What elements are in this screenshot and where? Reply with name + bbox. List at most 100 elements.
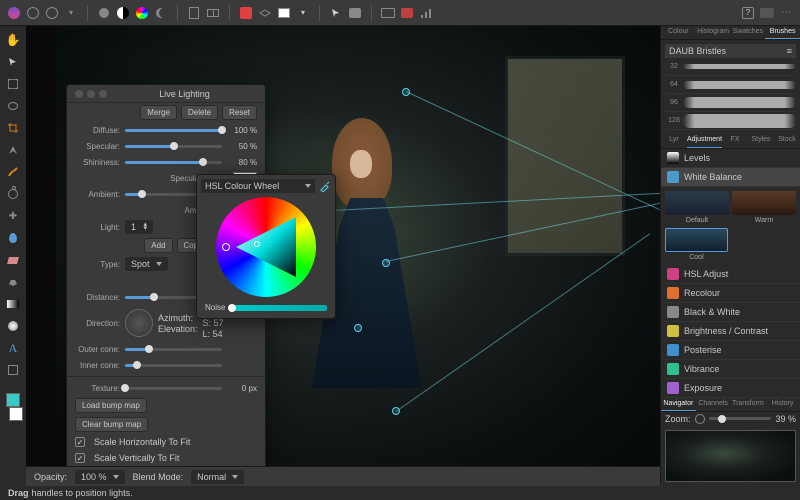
hue-handle[interactable] [222,243,230,251]
adj-recolour[interactable]: Recolour [661,284,800,303]
select-tool[interactable] [3,52,23,72]
close-icon[interactable] [75,90,83,98]
preset-cool[interactable]: Cool [665,228,728,261]
light-stepper[interactable]: 1▴▾ [125,220,153,234]
arrow-tool-icon[interactable] [328,5,344,21]
bars-icon[interactable] [418,5,434,21]
eyedropper-icon[interactable] [319,180,331,192]
tab-swatches[interactable]: Swatches [731,26,766,39]
light-handle[interactable] [354,324,362,332]
brush-item[interactable]: 64 [665,76,796,94]
moon-icon[interactable] [153,5,169,21]
text-tool[interactable]: A [3,338,23,358]
tab-histogram[interactable]: Histogram [696,26,731,39]
reset-button[interactable]: Reset [222,105,257,120]
sl-handle[interactable] [254,241,260,247]
adj-exposure[interactable]: Exposure [661,379,800,398]
colour-wheel-icon[interactable] [134,5,150,21]
tab-transform[interactable]: Transform [731,398,766,411]
delete-button[interactable]: Delete [181,105,218,120]
brush-item[interactable]: 96 [665,94,796,112]
tab-styles[interactable]: Styles [748,134,774,147]
tab-stock[interactable]: Stock [774,134,800,147]
minimise-icon[interactable] [87,90,95,98]
brush-tool[interactable] [3,162,23,182]
colour-wheel[interactable] [216,197,316,297]
brush-item[interactable]: 128 [665,112,796,130]
adj-white-balance[interactable]: White Balance [661,168,800,187]
erase-tool[interactable] [3,250,23,270]
crop-tool[interactable] [3,118,23,138]
grid-icon[interactable] [205,5,221,21]
texture-slider[interactable] [125,387,222,390]
shininess-slider[interactable] [125,161,222,164]
red-stack-icon[interactable] [399,5,415,21]
type-select[interactable]: Spot [125,257,168,271]
screen-icon[interactable] [380,5,396,21]
pen-tool[interactable] [3,140,23,160]
opacity-field[interactable]: 100 % [75,470,125,484]
app-icon[interactable] [6,5,22,21]
load-bump-button[interactable]: Load bump map [75,398,147,413]
tab-layers[interactable]: Lyr [661,134,687,147]
light-handle[interactable] [392,407,400,415]
zoom-slider[interactable] [709,417,772,420]
colour-mode-select[interactable]: HSL Colour Wheel [201,179,315,193]
brush-set-select[interactable]: DAUB Bristles≡ [665,44,796,58]
colour-background[interactable] [6,404,26,424]
mask-icon[interactable] [347,5,363,21]
assist-icon[interactable] [759,5,775,21]
specular-slider[interactable] [125,145,222,148]
colour-triangle[interactable] [236,217,296,277]
tab-history[interactable]: History [765,398,800,411]
zoom-fit-icon[interactable] [695,414,705,424]
rect-icon[interactable] [276,5,292,21]
adj-posterise[interactable]: Posterise [661,341,800,360]
page-icon[interactable] [186,5,202,21]
tab-adjustment[interactable]: Adjustment [687,134,722,147]
hand-tool[interactable]: ✋ [3,30,23,50]
add-light-button[interactable]: Add [144,238,172,253]
clear-bump-button[interactable]: Clear bump map [75,417,148,432]
panel-titlebar[interactable]: Live Lighting [67,85,265,103]
canvas[interactable]: Live Lighting Merge Delete Reset Diffuse… [26,26,660,486]
tab-colour[interactable]: Colour [661,26,696,39]
shape-tool[interactable] [3,360,23,380]
adj-brightness-contrast[interactable]: Brightness / Contrast [661,322,800,341]
merge-button[interactable]: Merge [140,105,177,120]
adj-vibrance[interactable]: Vibrance [661,360,800,379]
tab-navigator[interactable]: Navigator [661,398,696,411]
light-handle[interactable] [382,259,390,267]
cancel-icon[interactable] [238,5,254,21]
contrast-icon[interactable] [115,5,131,21]
blur-tool[interactable] [3,228,23,248]
menu-icon[interactable]: ≡ [787,46,792,56]
blend-mode-select[interactable]: Normal [191,470,244,484]
clone-tool[interactable] [3,184,23,204]
chevron-down-icon[interactable]: ▾ [295,5,311,21]
layer-icon[interactable] [257,5,273,21]
light-handle[interactable] [402,88,410,96]
heal-tool[interactable]: ✚ [3,206,23,226]
help-icon[interactable]: ? [740,5,756,21]
preset-warm[interactable]: Warm [732,191,796,224]
scale-h-checkbox[interactable] [75,437,85,447]
dropdown-icon[interactable]: ▾ [63,5,79,21]
lasso-tool[interactable] [3,96,23,116]
scale-v-checkbox[interactable] [75,453,85,463]
adj-hsl-adjust[interactable]: HSL Adjust [661,265,800,284]
noise-slider[interactable] [229,305,327,311]
tab-fx[interactable]: FX [722,134,748,147]
gradient-tool[interactable] [3,294,23,314]
more-icon[interactable]: ⋯ [778,5,794,21]
target-icon[interactable] [44,5,60,21]
outer-cone-slider[interactable] [125,348,222,351]
marquee-tool[interactable] [3,74,23,94]
inner-cone-slider[interactable] [125,364,222,367]
brush-size-icon[interactable] [96,5,112,21]
adj-black-white[interactable]: Black & White [661,303,800,322]
direction-wheel[interactable] [125,309,153,337]
dodge-tool[interactable] [3,316,23,336]
preset-default[interactable]: Default [665,191,729,224]
gear-icon[interactable] [25,5,41,21]
